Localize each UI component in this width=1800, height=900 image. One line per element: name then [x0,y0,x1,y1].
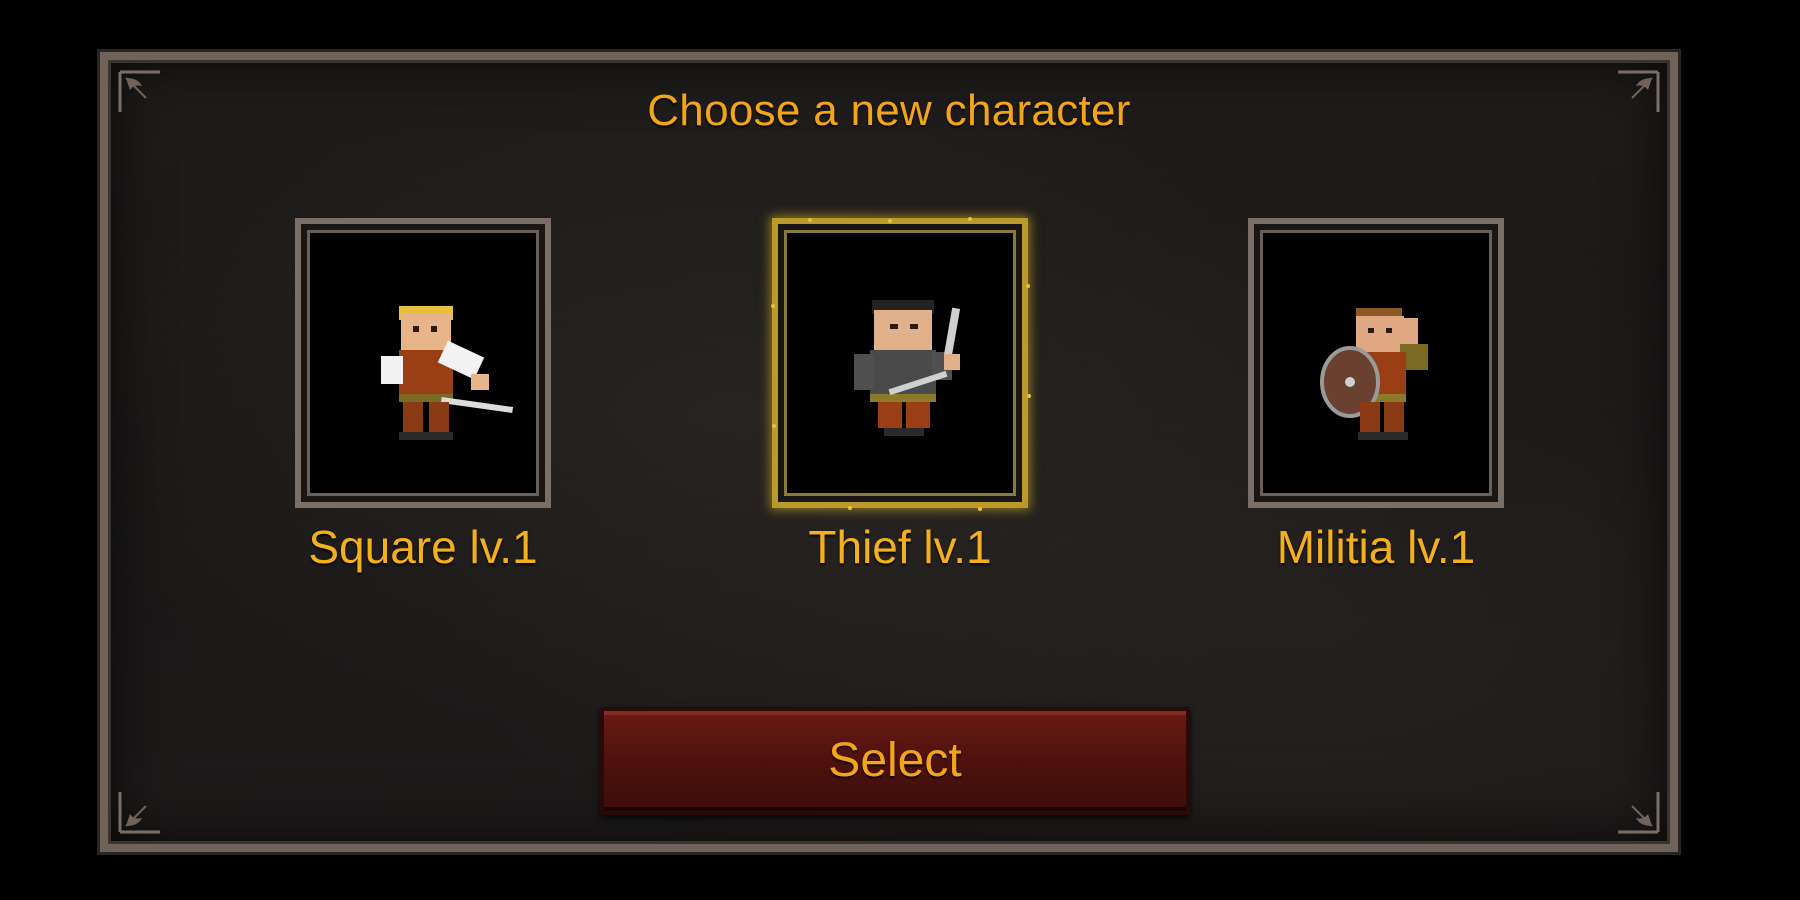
character-name-thief: Thief lv.1 [808,521,992,573]
sparkle-icon [888,219,892,223]
sparkle-icon [1026,284,1030,288]
character-card-thief[interactable] [771,217,1031,511]
character-name-square: Square lv.1 [308,521,538,573]
corner-ornament-icon [118,792,160,834]
sparkle-icon [771,304,775,308]
sparkle-icon [968,217,972,221]
militia-icon [1320,308,1428,440]
thief-icon [854,300,961,436]
character-card-square[interactable] [295,218,551,508]
sparkle-icon [772,424,776,428]
sparkle-icon [1027,394,1031,398]
character-select-dialog: Choose a new character Square lv.1 Thief… [97,49,1681,855]
select-button[interactable]: Select [600,707,1190,815]
sparkle-icon [978,507,982,511]
sparkle-icon [848,506,852,510]
character-card-militia[interactable] [1248,218,1504,508]
character-name-militia: Militia lv.1 [1276,521,1476,573]
corner-ornament-icon [1618,792,1660,834]
dialog-title: Choose a new character [647,86,1131,135]
square-knight-icon [381,306,514,440]
sparkle-icon [808,218,812,222]
